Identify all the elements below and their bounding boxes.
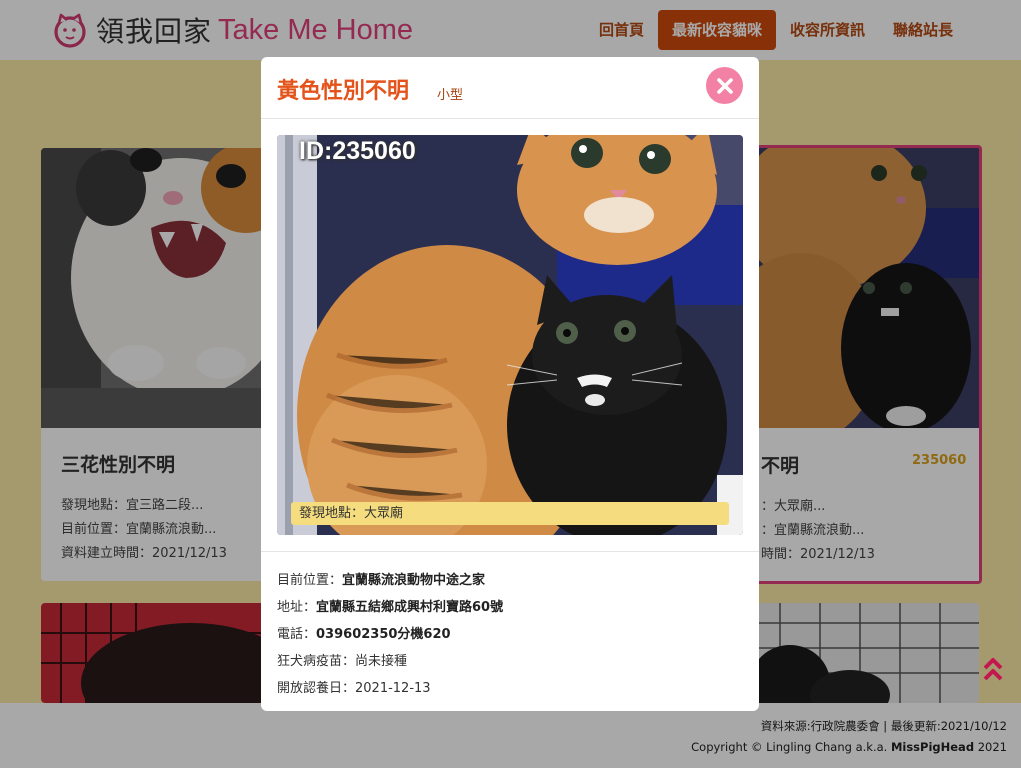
close-button[interactable] <box>706 67 743 104</box>
detail-shelter: 目前位置：宜蘭縣流浪動物中途之家 <box>277 569 485 588</box>
modal-title: 黃色性別不明 <box>277 79 410 104</box>
cat-photo-large: ID:235060 發現地點：大眾廟 <box>277 135 743 535</box>
cat-size-tag: 小型 <box>437 88 464 103</box>
detail-phone-value[interactable]: 039602350分機620 <box>316 627 451 642</box>
detail-open-date: 開放認養日：2021-12-13 <box>277 677 431 696</box>
close-icon <box>716 77 733 94</box>
cat-photo-image <box>277 135 743 535</box>
detail-open-date-value: 2021-12-13 <box>355 681 431 696</box>
detail-vaccine-value: 尚未接種 <box>355 654 408 669</box>
photo-id-overlay: ID:235060 <box>299 137 416 165</box>
detail-address: 地址：宜蘭縣五結鄉成興村利寶路60號 <box>277 596 503 615</box>
modal-divider <box>261 551 759 552</box>
detail-address-label: 地址： <box>277 600 317 615</box>
chevron-double-up-icon[interactable] <box>982 655 1004 683</box>
detail-shelter-value: 宜蘭縣流浪動物中途之家 <box>342 573 486 588</box>
detail-vaccine-label: 狂犬病疫苗： <box>277 654 356 669</box>
detail-shelter-label: 目前位置： <box>277 573 343 588</box>
detail-phone-label: 電話： <box>277 627 317 642</box>
detail-open-date-label: 開放認養日： <box>277 681 356 696</box>
detail-phone: 電話：039602350分機620 <box>277 623 451 642</box>
detail-address-value: 宜蘭縣五結鄉成興村利寶路60號 <box>316 600 504 615</box>
modal-header: 黃色性別不明 小型 <box>261 57 759 119</box>
photo-location-badge: 發現地點：大眾廟 <box>291 502 729 525</box>
detail-vaccine: 狂犬病疫苗：尚未接種 <box>277 650 407 669</box>
cat-detail-modal: 黃色性別不明 小型 ID:235060 發現地點：大眾廟 目前位置：宜蘭縣流浪動… <box>261 57 759 711</box>
